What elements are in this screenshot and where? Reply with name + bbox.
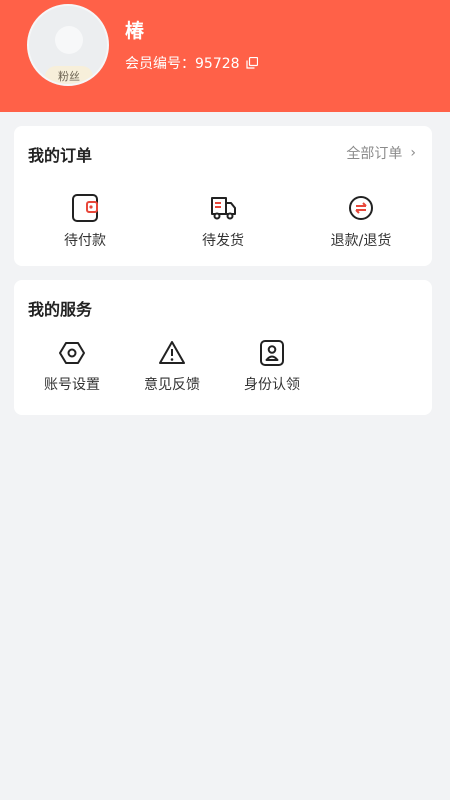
user-name: 椿 bbox=[125, 20, 145, 42]
copy-icon[interactable] bbox=[245, 56, 258, 69]
service-feedback[interactable]: 意见反馈 bbox=[128, 340, 216, 394]
order-pending-payment[interactable]: 待付款 bbox=[50, 194, 120, 250]
order-item-label: 退款/退货 bbox=[330, 233, 392, 249]
service-item-label: 身份认领 bbox=[244, 377, 300, 393]
order-refund-return[interactable]: 退款/退货 bbox=[316, 194, 406, 250]
my-services-card: 我的服务 账号设置 意见反馈 身份认领 bbox=[14, 280, 432, 415]
order-item-label: 待付款 bbox=[64, 233, 106, 249]
my-services-title: 我的服务 bbox=[28, 300, 93, 319]
service-item-label: 意见反馈 bbox=[144, 377, 200, 393]
chevron-right-icon: › bbox=[410, 145, 416, 161]
member-id-text: 会员编号：95728 bbox=[125, 56, 240, 72]
delivery-truck-icon bbox=[211, 197, 236, 220]
avatar-placeholder-icon bbox=[55, 26, 83, 54]
service-account-settings[interactable]: 账号设置 bbox=[28, 340, 116, 394]
wallet-icon bbox=[72, 194, 98, 222]
refund-icon bbox=[349, 196, 373, 220]
avatar[interactable]: 粉丝 bbox=[27, 4, 109, 86]
order-pending-shipment[interactable]: 待发货 bbox=[188, 194, 258, 250]
service-identity-claim[interactable]: 身份认领 bbox=[228, 340, 316, 394]
my-orders-card: 我的订单 全部订单 › 待付款 待发货 退款/退货 bbox=[14, 126, 432, 266]
all-orders-label: 全部订单 bbox=[346, 146, 403, 162]
profile-header: 粉丝 椿 会员编号：95728 bbox=[0, 0, 450, 112]
id-badge-icon bbox=[260, 340, 284, 366]
fan-badge: 粉丝 bbox=[45, 66, 93, 84]
my-orders-title: 我的订单 bbox=[28, 146, 93, 165]
member-id: 会员编号：95728 bbox=[125, 53, 258, 73]
warning-icon bbox=[159, 341, 185, 364]
service-item-label: 账号设置 bbox=[44, 377, 100, 393]
order-item-label: 待发货 bbox=[202, 233, 244, 249]
settings-icon bbox=[59, 342, 85, 364]
all-orders-link[interactable]: 全部订单 › bbox=[346, 143, 416, 163]
